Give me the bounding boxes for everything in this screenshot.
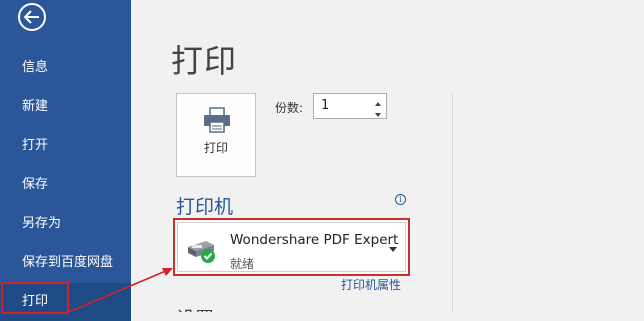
sidebar-item-open[interactable]: 打开: [0, 127, 131, 165]
chevron-down-icon: [375, 113, 381, 117]
copies-stepper[interactable]: 1: [313, 93, 387, 119]
printer-ready-icon: [188, 241, 215, 263]
copies-decrement-button[interactable]: [372, 106, 384, 117]
sidebar-item-save-as[interactable]: 另存为: [0, 205, 131, 243]
pane-divider: [452, 93, 453, 312]
printer-section-title: 打印机: [176, 196, 234, 218]
printer-dropdown-inner: Wondershare PDF Expert 就绪: [177, 222, 406, 272]
dropdown-arrow-icon: [389, 247, 397, 252]
printer-icon: [204, 107, 230, 133]
back-arrow-icon: [18, 3, 46, 31]
copies-value: 1: [321, 98, 330, 113]
print-item-highlight: [1, 282, 69, 314]
printer-dropdown[interactable]: Wondershare PDF Expert 就绪: [173, 218, 410, 276]
back-button[interactable]: [11, 0, 53, 34]
sidebar-item-info[interactable]: 信息: [0, 49, 131, 87]
info-icon[interactable]: i: [395, 194, 406, 205]
print-button-label: 打印: [203, 141, 228, 155]
print-pane: 打印 打印 份数: 1 打印机 i Wondershare PDF Expert…: [131, 0, 644, 312]
backstage-sidebar: 信息 新建 打开 保存 另存为 保存到百度网盘 打印: [0, 0, 131, 321]
print-button[interactable]: 打印: [176, 93, 256, 177]
page-title: 打印: [171, 42, 238, 80]
sidebar-item-save-to-baidu[interactable]: 保存到百度网盘: [0, 244, 131, 282]
printer-name: Wondershare PDF Expert: [230, 232, 399, 248]
copies-label: 份数:: [275, 101, 304, 115]
sidebar-item-save[interactable]: 保存: [0, 166, 131, 204]
copies-increment-button[interactable]: [372, 95, 384, 106]
printer-properties-link[interactable]: 打印机属性: [341, 276, 401, 293]
settings-section-title: 设置: [176, 304, 214, 312]
printer-status: 就绪: [230, 257, 255, 271]
sidebar-item-new[interactable]: 新建: [0, 88, 131, 126]
